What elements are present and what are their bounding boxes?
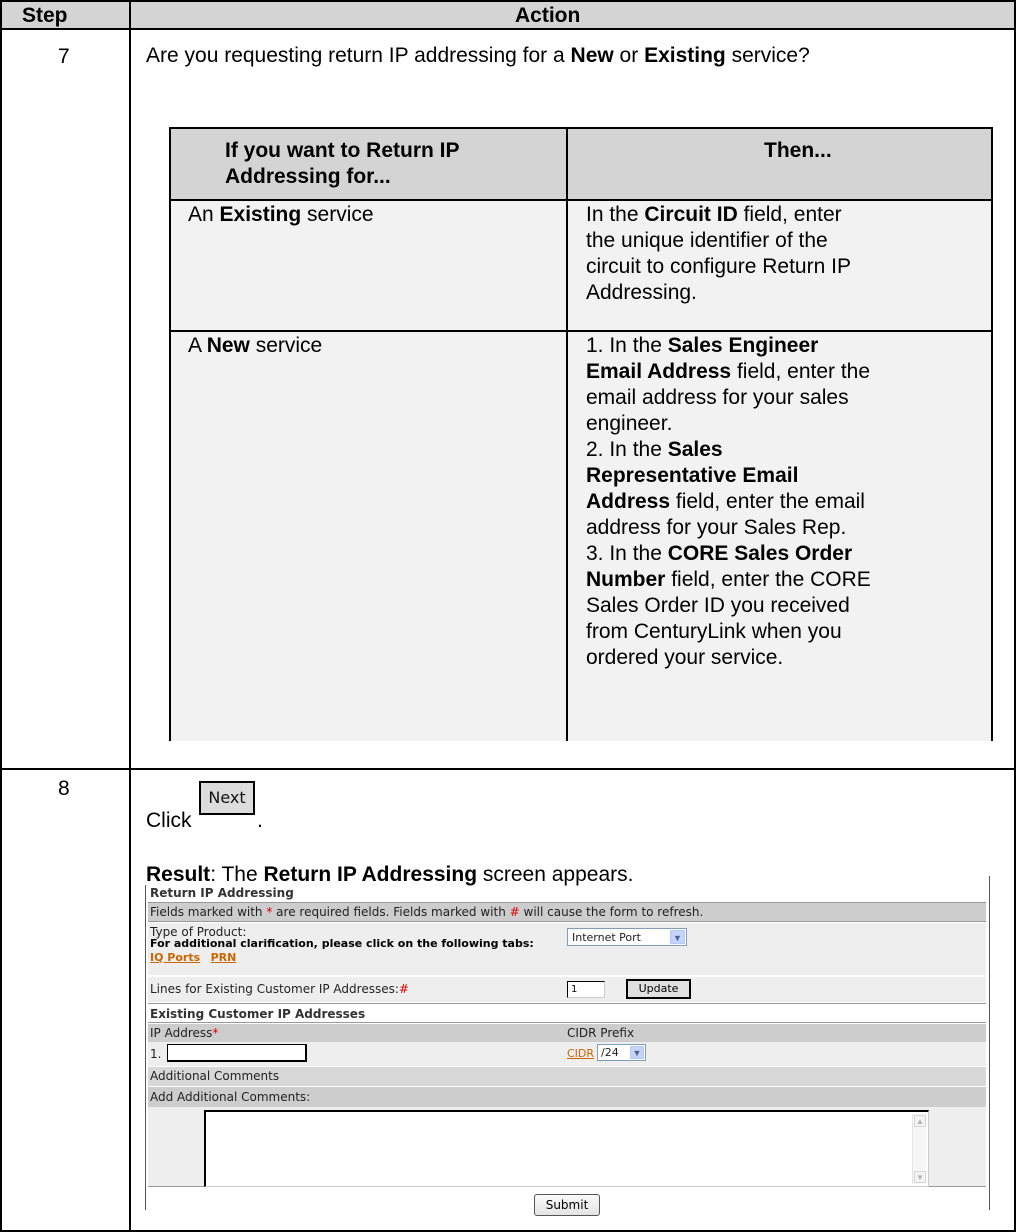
step-8-period: . [257, 809, 263, 832]
cidr-link[interactable]: CIDR [567, 1047, 594, 1061]
step-7-question: Are you requesting return IP addressing … [146, 44, 810, 67]
scroll-up-icon[interactable]: ▲ [914, 1115, 926, 1127]
col-ip-header: IP Address* [150, 1026, 219, 1040]
step-8-result: Result: The Return IP Addressing screen … [146, 863, 634, 886]
comments-scrollbar[interactable]: ▲ ▼ [912, 1114, 926, 1184]
row-new-instruction-11: Sales Order ID you received [586, 594, 850, 617]
row-new-instruction-4: engineer. [586, 412, 673, 435]
row-new-instruction-9: 3. In the CORE Sales Order [586, 542, 853, 565]
chevron-down-icon[interactable]: ▼ [670, 930, 685, 944]
lines-label: Lines for Existing Customer IP Addresses… [150, 982, 409, 996]
row-existing-instruction-4: Addressing. [586, 281, 697, 304]
row-existing-instruction-3: circuit to configure Return IP [586, 255, 851, 278]
table-header-bg [2, 2, 1014, 28]
row-new-instruction-10: Number field, enter the CORE [586, 568, 871, 591]
product-tabs: IQ Ports PRN [150, 951, 236, 965]
iq-ports-link[interactable]: IQ Ports [150, 951, 200, 964]
product-select[interactable]: Internet Port ▼ [567, 928, 687, 946]
cidr-select[interactable]: /24 ▼ [597, 1044, 646, 1061]
add-comments-label: Add Additional Comments: [150, 1090, 311, 1104]
row-existing-label: An Existing service [188, 203, 374, 226]
next-button[interactable]: Next [199, 781, 255, 815]
decision-header-left-2: Addressing for... [225, 165, 391, 188]
row-new-instruction-5: 2. In the Sales [586, 438, 723, 461]
row-new-instruction-7: Address field, enter the email [586, 490, 865, 513]
row-new-instruction-1: 1. In the Sales Engineer [586, 334, 819, 357]
row-new-instruction-6: Representative Email [586, 464, 799, 487]
col-cidr-header: CIDR Prefix [567, 1026, 635, 1040]
update-button[interactable]: Update [626, 979, 691, 999]
decision-header-right: Then... [764, 139, 832, 162]
step-8-click-text: Click [146, 809, 192, 832]
row-new-label: A New service [188, 334, 323, 357]
row-new-instruction-12: from CenturyLink when you [586, 620, 842, 643]
step-8-number: 8 [58, 777, 70, 800]
row-new-instruction-3: email address for your sales [586, 386, 849, 409]
product-hint: For additional clarification, please cli… [150, 937, 534, 950]
cidr-select-value: /24 [601, 1046, 619, 1059]
scroll-down-icon[interactable]: ▼ [914, 1171, 926, 1183]
comments-textarea[interactable]: ▲ ▼ [204, 1110, 929, 1187]
existing-section-title: Existing Customer IP Addresses [150, 1007, 366, 1021]
additional-section-title: Additional Comments [150, 1069, 280, 1083]
product-select-value: Internet Port [572, 931, 641, 944]
form-notice: Fields marked with * are required fields… [150, 905, 704, 919]
form-title: Return IP Addressing [150, 886, 294, 900]
ip-address-input[interactable] [167, 1044, 307, 1062]
row-new-instruction-13: ordered your service. [586, 646, 784, 669]
decision-body-bg [171, 201, 991, 741]
prn-link[interactable]: PRN [211, 951, 237, 964]
row-existing-instruction-2: the unique identifier of the [586, 229, 828, 252]
ip-row-number: 1. [150, 1047, 162, 1061]
header-action: Action [515, 4, 581, 27]
header-step: Step [22, 4, 68, 27]
step-7-number: 7 [58, 45, 70, 68]
lines-input[interactable]: 1 [567, 981, 605, 998]
decision-header-left-1: If you want to Return IP [225, 139, 460, 162]
row-new-instruction-8: address for your Sales Rep. [586, 516, 847, 539]
chevron-down-icon[interactable]: ▼ [630, 1046, 644, 1059]
row-existing-instruction-1: In the Circuit ID field, enter [586, 203, 842, 226]
submit-button[interactable]: Submit [534, 1194, 600, 1216]
row-new-instruction-2: Email Address field, enter the [586, 360, 871, 383]
